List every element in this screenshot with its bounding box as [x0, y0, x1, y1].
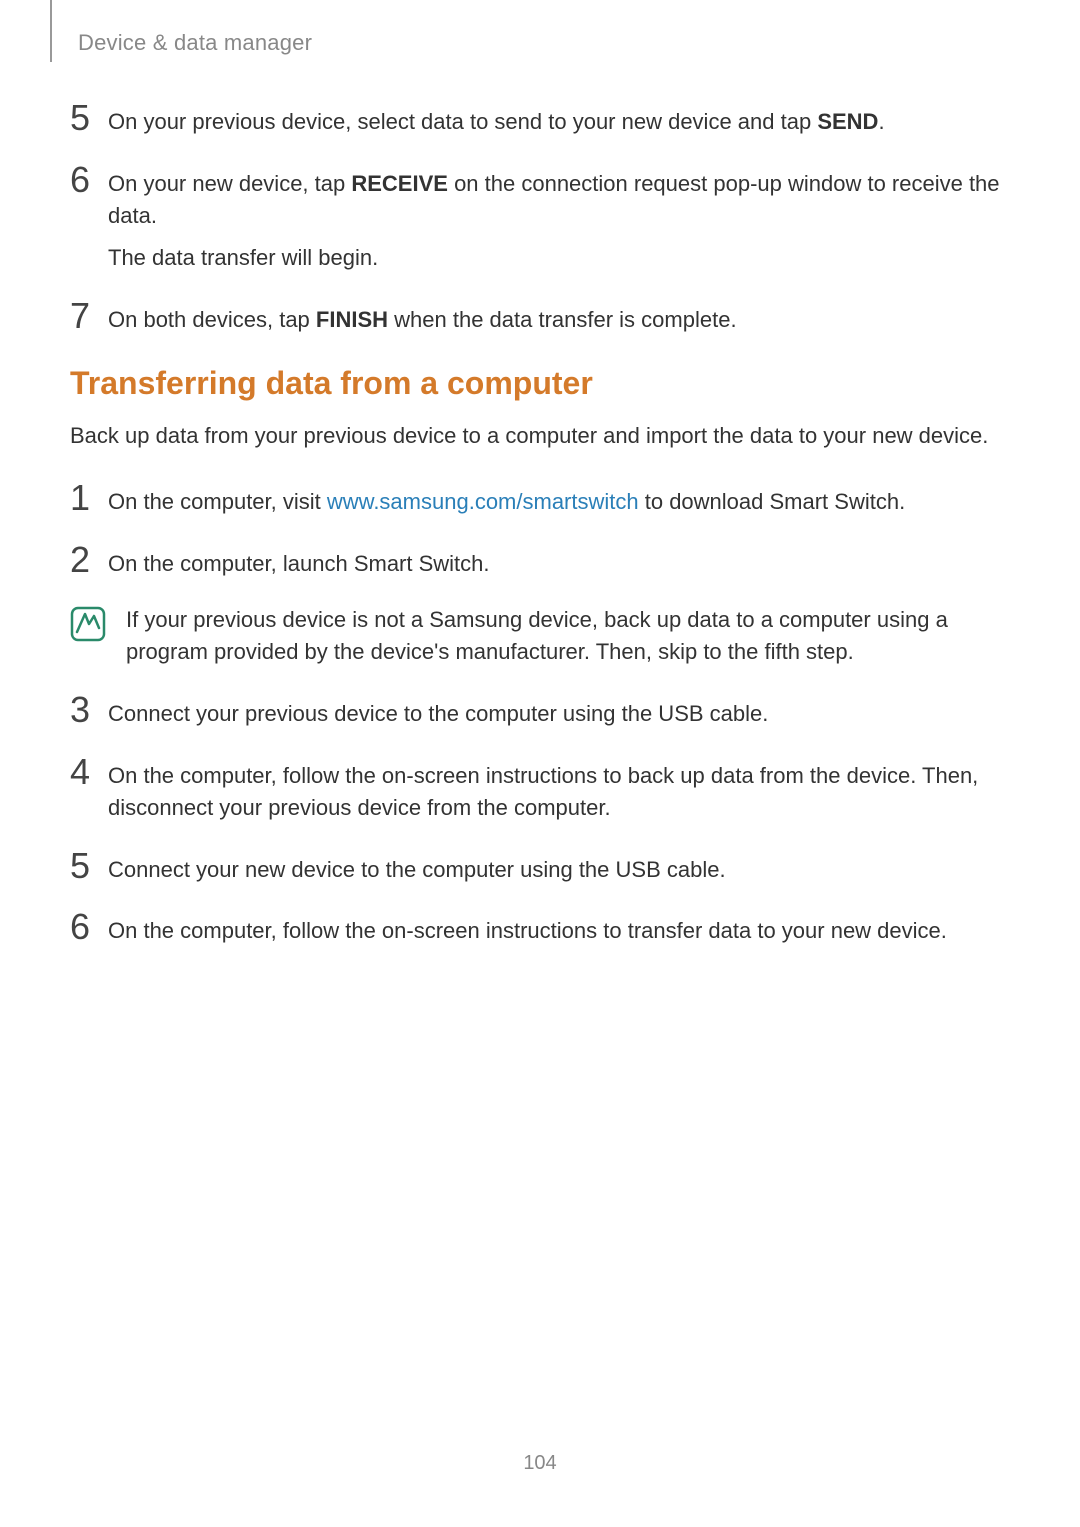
link[interactable]: www.samsung.com/smartswitch — [327, 489, 639, 514]
step-line: Connect your new device to the computer … — [108, 854, 1010, 886]
bold-text: SEND — [817, 109, 878, 134]
step-line: On the computer, follow the on-screen in… — [108, 915, 1010, 947]
text: Connect your new device to the computer … — [108, 857, 726, 882]
step: 7On both devices, tap FINISH when the da… — [70, 298, 1010, 336]
note-text: If your previous device is not a Samsung… — [108, 604, 1010, 668]
step-number: 3 — [70, 692, 108, 728]
step: 2On the computer, launch Smart Switch. — [70, 542, 1010, 580]
text: The data transfer will begin. — [108, 245, 378, 270]
text: On the computer, follow the on-screen in… — [108, 763, 978, 820]
step: 1On the computer, visit www.samsung.com/… — [70, 480, 1010, 518]
step: 5Connect your new device to the computer… — [70, 848, 1010, 886]
step-line: On both devices, tap FINISH when the dat… — [108, 304, 1010, 336]
step-body: On the computer, visit www.samsung.com/s… — [108, 480, 1010, 518]
step-line: The data transfer will begin. — [108, 242, 1010, 274]
text: Connect your previous device to the comp… — [108, 701, 768, 726]
step: 5On your previous device, select data to… — [70, 100, 1010, 138]
text: On the computer, launch Smart Switch. — [108, 551, 490, 576]
bold-text: FINISH — [316, 307, 388, 332]
step-number: 7 — [70, 298, 108, 334]
step-body: Connect your new device to the computer … — [108, 848, 1010, 886]
step-line: On the computer, follow the on-screen in… — [108, 760, 1010, 824]
bold-text: RECEIVE — [351, 171, 448, 196]
step-body: On both devices, tap FINISH when the dat… — [108, 298, 1010, 336]
text: . — [878, 109, 884, 134]
step-body: Connect your previous device to the comp… — [108, 692, 1010, 730]
header-rule — [50, 0, 52, 62]
section-heading: Transferring data from a computer — [70, 365, 1010, 402]
note-icon — [70, 604, 108, 642]
step-number: 6 — [70, 162, 108, 198]
text: On your new device, tap — [108, 171, 351, 196]
text: On the computer, visit — [108, 489, 327, 514]
step-line: On your previous device, select data to … — [108, 106, 1010, 138]
breadcrumb: Device & data manager — [78, 30, 312, 56]
text: to download Smart Switch. — [639, 489, 906, 514]
step: 6On the computer, follow the on-screen i… — [70, 909, 1010, 947]
text: On the computer, follow the on-screen in… — [108, 918, 947, 943]
step-line: On your new device, tap RECEIVE on the c… — [108, 168, 1010, 232]
section-intro: Back up data from your previous device t… — [70, 420, 1010, 452]
step-body: On your previous device, select data to … — [108, 100, 1010, 138]
step-body: On your new device, tap RECEIVE on the c… — [108, 162, 1010, 274]
step-number: 4 — [70, 754, 108, 790]
step-number: 2 — [70, 542, 108, 578]
step-number: 5 — [70, 100, 108, 136]
manual-page: Device & data manager 5On your previous … — [0, 0, 1080, 1527]
step: 4On the computer, follow the on-screen i… — [70, 754, 1010, 824]
step-line: On the computer, visit www.samsung.com/s… — [108, 486, 1010, 518]
step-number: 1 — [70, 480, 108, 516]
text: when the data transfer is complete. — [388, 307, 737, 332]
step-body: On the computer, follow the on-screen in… — [108, 909, 1010, 947]
step-line: Connect your previous device to the comp… — [108, 698, 1010, 730]
text: On both devices, tap — [108, 307, 316, 332]
step: 6On your new device, tap RECEIVE on the … — [70, 162, 1010, 274]
text: On your previous device, select data to … — [108, 109, 817, 134]
step-number: 5 — [70, 848, 108, 884]
step-body: On the computer, launch Smart Switch. — [108, 542, 1010, 580]
note-box: If your previous device is not a Samsung… — [70, 604, 1010, 668]
page-content: 5On your previous device, select data to… — [70, 100, 1010, 971]
step-body: On the computer, follow the on-screen in… — [108, 754, 1010, 824]
page-number: 104 — [0, 1452, 1080, 1475]
step-number: 6 — [70, 909, 108, 945]
step-line: On the computer, launch Smart Switch. — [108, 548, 1010, 580]
step: 3Connect your previous device to the com… — [70, 692, 1010, 730]
